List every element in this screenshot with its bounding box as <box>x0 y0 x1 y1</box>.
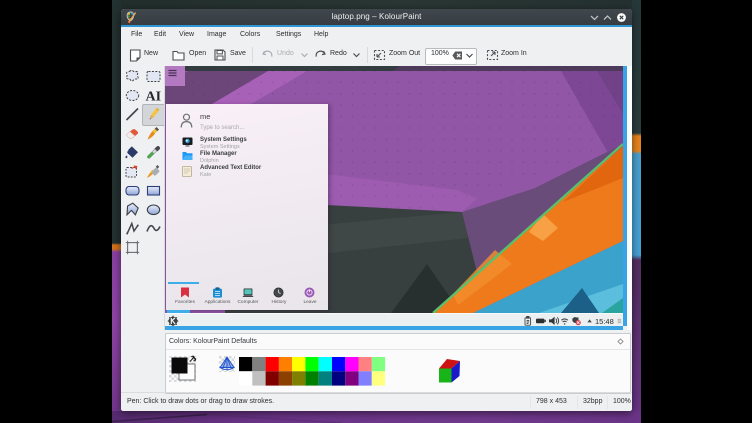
svg-text:15:48: 15:48 <box>595 317 614 326</box>
svg-text:AI: AI <box>146 90 162 105</box>
